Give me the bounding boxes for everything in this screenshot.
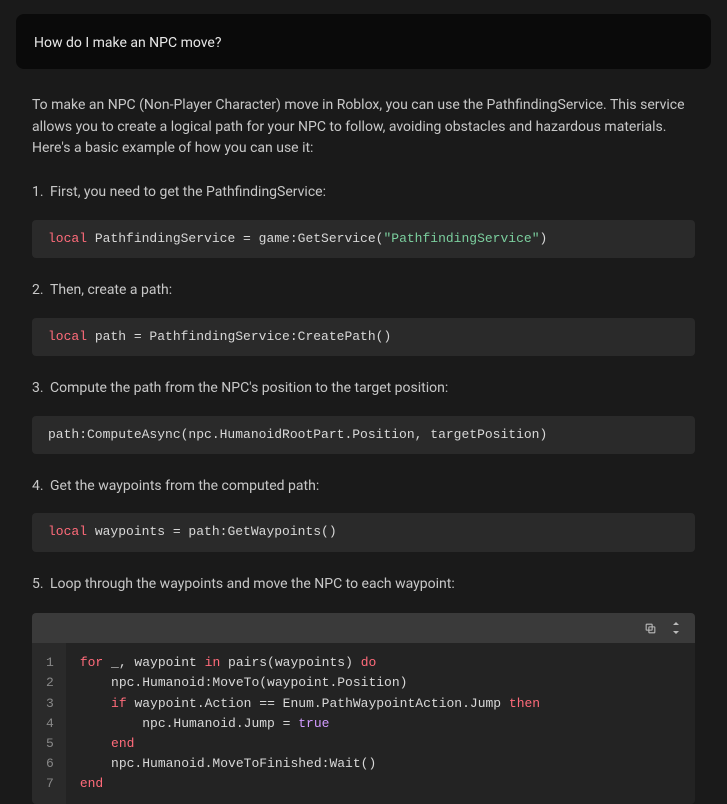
line-number: 3 (46, 694, 54, 714)
step-item: First, you need to get the PathfindingSe… (50, 182, 695, 258)
intro-paragraph: To make an NPC (Non-Player Character) mo… (32, 95, 695, 160)
user-question: How do I make an NPC move? (34, 35, 221, 51)
step-text: Loop through the waypoints and move the … (50, 576, 455, 592)
step-text: Get the waypoints from the computed path… (50, 478, 319, 494)
user-message: How do I make an NPC move? (16, 14, 711, 69)
step-text: Compute the path from the NPC's position… (50, 380, 448, 396)
copy-icon[interactable] (644, 622, 657, 635)
expand-icon[interactable] (671, 622, 681, 634)
assistant-message: To make an NPC (Non-Player Character) mo… (0, 69, 727, 804)
code-lines: for _, waypoint in pairs(waypoints) do n… (66, 643, 554, 804)
line-number: 1 (46, 653, 54, 673)
code-body: 1234567for _, waypoint in pairs(waypoint… (32, 643, 695, 804)
code-block: path:ComputeAsync(npc.HumanoidRootPart.P… (32, 416, 695, 454)
code-block: local path = PathfindingService:CreatePa… (32, 318, 695, 356)
line-number: 2 (46, 673, 54, 693)
line-number: 5 (46, 734, 54, 754)
step-item: Loop through the waypoints and move the … (50, 574, 695, 804)
line-number: 6 (46, 754, 54, 774)
line-number: 7 (46, 774, 54, 794)
step-item: Get the waypoints from the computed path… (50, 476, 695, 552)
step-text: First, you need to get the PathfindingSe… (50, 184, 326, 200)
step-item: Then, create a path:local path = Pathfin… (50, 280, 695, 356)
code-block-full: 1234567for _, waypoint in pairs(waypoint… (32, 613, 695, 804)
steps-list: First, you need to get the PathfindingSe… (32, 182, 695, 804)
line-gutter: 1234567 (32, 643, 66, 804)
code-block: local PathfindingService = game:GetServi… (32, 220, 695, 258)
code-toolbar (32, 613, 695, 643)
step-text: Then, create a path: (50, 282, 172, 298)
code-block: local waypoints = path:GetWaypoints() (32, 513, 695, 551)
step-item: Compute the path from the NPC's position… (50, 378, 695, 454)
line-number: 4 (46, 714, 54, 734)
